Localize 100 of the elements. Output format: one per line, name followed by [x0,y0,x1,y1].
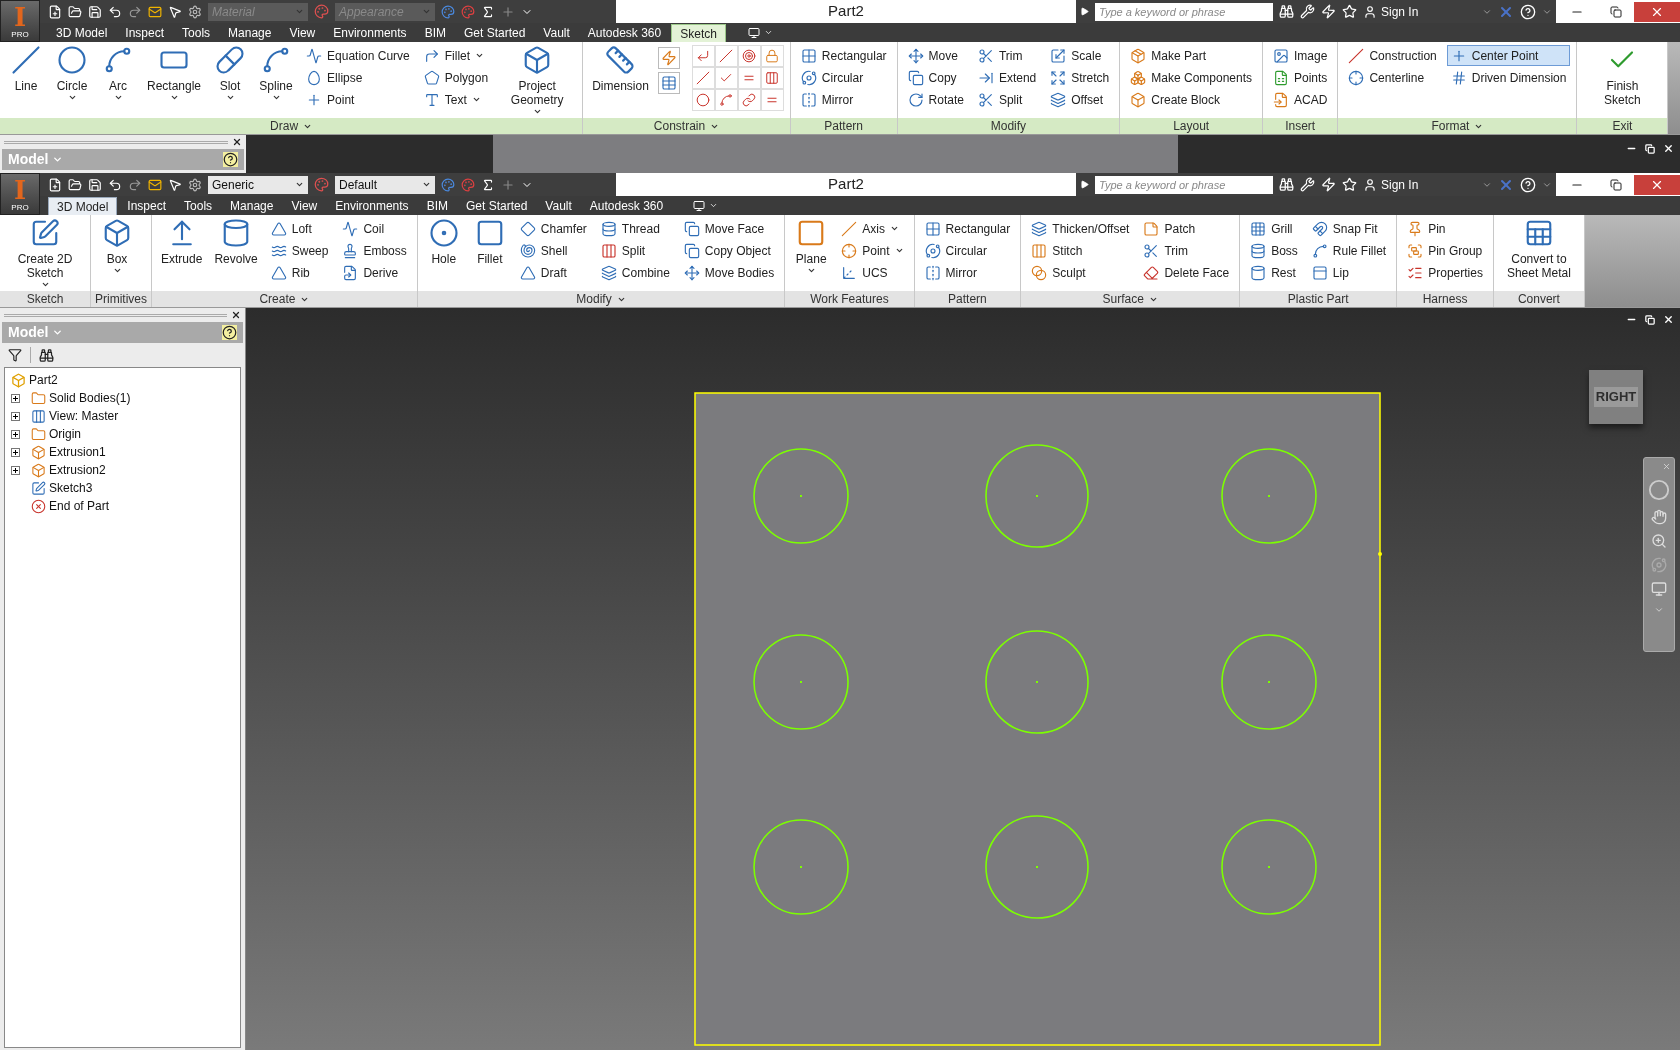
ribbon-button[interactable]: Draft [515,262,591,283]
ribbon-button[interactable]: Arc [98,45,138,102]
ribbon-tab[interactable]: Autodesk 360 [579,24,670,42]
ribbon-button[interactable]: Thicken/Offset [1027,218,1134,239]
tree-item[interactable]: Sketch3 [49,479,93,497]
gear-icon[interactable] [188,4,202,19]
ribbon-button[interactable]: Properties [1403,262,1487,283]
ribbon-button[interactable]: Stitch [1027,240,1134,261]
ribbon-tab[interactable]: Inspect [119,197,175,215]
view-icon[interactable] [1651,581,1667,597]
sketch-circle[interactable] [1221,634,1317,730]
ribbon-button[interactable]: Rectangular [796,45,891,66]
tree-item[interactable]: Part2 [29,371,58,389]
ribbon-button[interactable]: Grill [1246,218,1302,239]
ribbon-button[interactable]: Construction [1344,45,1441,66]
ribbon-tab[interactable]: Tools [174,24,219,42]
ribbon-button[interactable]: Delete Face [1139,262,1234,283]
star-icon[interactable] [1342,177,1357,192]
ribbon-button[interactable]: Move [903,45,968,66]
palette-icon[interactable] [441,4,455,19]
expand-toggle[interactable] [11,447,20,457]
ribbon-button[interactable]: Dimension [589,45,652,93]
ribbon-button[interactable]: Hole [423,218,464,266]
binoculars-icon[interactable] [1279,177,1294,192]
ribbon-button[interactable]: Snap Fit [1307,218,1391,239]
ribbon-button[interactable]: Axis [837,218,908,239]
wrench-icon[interactable] [1300,177,1315,192]
appearance-dropdown[interactable]: Default [335,175,435,194]
caret-icon[interactable] [709,201,719,210]
constraint-button[interactable] [691,45,715,67]
ribbon-button[interactable]: Mirror [796,89,891,110]
sketch-circle[interactable] [985,444,1089,548]
restore-icon[interactable] [1645,143,1655,154]
ribbon-tab[interactable]: 3D Model [48,24,116,42]
save-icon[interactable] [88,177,102,192]
ribbon-tab[interactable]: BIM [418,197,456,215]
search-field[interactable]: Type a keyword or phrase [1095,175,1273,194]
close-icon[interactable] [232,137,242,147]
ribbon-button[interactable]: Scale [1046,45,1114,66]
function-icon[interactable] [481,177,495,192]
binoculars-icon[interactable] [1279,4,1294,19]
function-icon[interactable] [481,4,495,19]
ribbon-button[interactable]: Lip [1307,262,1391,283]
palette-icon[interactable] [461,177,475,192]
ribbon-tab[interactable]: Environments [325,24,415,42]
ribbon-tab[interactable]: View [281,24,324,42]
ribbon-button[interactable]: Move Bodies [679,262,779,283]
star-icon[interactable] [1342,4,1357,19]
caret-icon[interactable] [763,28,773,37]
sign-in-button[interactable]: Sign In [1363,2,1419,21]
ribbon-tab[interactable]: Get Started [455,24,534,42]
ribbon-tab[interactable]: View [283,197,326,215]
ribbon-button[interactable]: UCS [837,262,908,283]
constraint-button[interactable] [737,45,761,67]
save-icon[interactable] [88,4,102,19]
redo-icon[interactable] [128,4,142,19]
expand-toggle[interactable] [11,429,20,439]
ribbon-icon-button[interactable] [657,72,680,94]
ribbon-button[interactable]: Fillet [469,218,510,266]
constraint-button[interactable] [760,89,784,111]
close-button[interactable] [1634,174,1680,195]
material-dropdown[interactable]: Generic [208,175,308,194]
envelope-icon[interactable] [148,4,162,19]
new-file-icon[interactable] [48,4,62,19]
new-file-icon[interactable] [48,177,62,192]
ribbon-tab[interactable]: BIM [416,24,454,42]
ribbon-button[interactable]: Finish Sketch [1583,45,1662,107]
ribbon-tab[interactable]: Tools [176,197,221,215]
sketch-circle[interactable] [753,448,849,544]
ribbon-button[interactable]: Thread [596,218,674,239]
panel-title-button[interactable]: Create [152,291,417,307]
ribbon-tab[interactable]: Inspect [117,24,173,42]
constraint-button[interactable] [691,89,715,111]
ribbon-button[interactable]: Spline [256,45,297,102]
ribbon-button[interactable]: Mirror [920,262,1015,283]
undo-icon[interactable] [108,177,122,192]
ribbon-button[interactable]: Rotate [903,89,968,110]
pointer-icon[interactable] [168,4,182,19]
app-logo[interactable]: I PRO [0,0,40,42]
redo-icon[interactable] [128,177,142,192]
ribbon-button[interactable]: Stretch [1046,67,1114,88]
ribbon-button[interactable]: Split [973,89,1041,110]
envelope-icon[interactable] [148,177,162,192]
ribbon-button[interactable]: Pin [1403,218,1487,239]
help-icon[interactable] [222,325,237,340]
constraint-button[interactable] [714,45,738,67]
restore-icon[interactable] [1645,314,1655,325]
ribbon-button[interactable]: Pin Group [1403,240,1487,261]
sketch-circle[interactable] [753,634,849,730]
ribbon-button[interactable]: Image [1269,45,1332,66]
ribbon-button[interactable]: Create 2D Sketch [6,218,84,289]
ribbon-button[interactable]: Extrude [158,218,206,266]
tree-item[interactable]: Solid Bodies(1) [49,389,131,407]
ribbon-button[interactable]: Slot [210,45,251,102]
ribbon-button[interactable]: Shell [515,240,591,261]
constraint-button[interactable] [737,89,761,111]
ribbon-button[interactable]: Rule Fillet [1307,240,1391,261]
ribbon-tab[interactable]: Manage [220,24,280,42]
wrench-icon[interactable] [1300,4,1315,19]
search-field[interactable]: Type a keyword or phrase [1095,2,1273,21]
